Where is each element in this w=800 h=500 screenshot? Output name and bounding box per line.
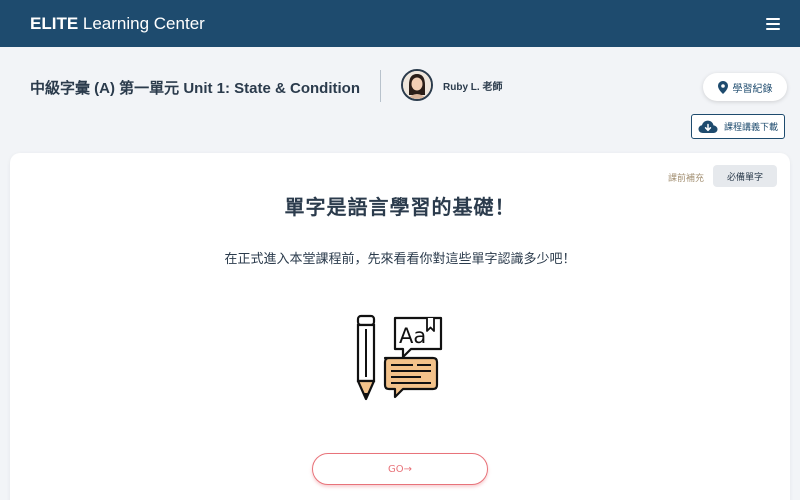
- teacher-info: Ruby L. 老師: [401, 69, 502, 101]
- hamburger-icon[interactable]: [766, 17, 780, 30]
- brand-bold: ELITE: [30, 13, 79, 33]
- vocabulary-pencil-icon: Aa: [356, 314, 443, 401]
- top-navbar: ELITE Learning Center: [0, 0, 800, 47]
- course-title: 中級字彙 (A) 第一單元 Unit 1: State & Condition: [30, 80, 360, 97]
- learning-records-label: 學習紀錄: [732, 83, 773, 95]
- svg-text:Aa: Aa: [399, 324, 426, 348]
- title-divider: [380, 70, 381, 102]
- location-pin-icon: [717, 80, 728, 94]
- cloud-download-icon: [698, 120, 718, 133]
- teacher-avatar: [401, 69, 433, 101]
- brand-logo[interactable]: ELITE Learning Center: [30, 14, 205, 34]
- learning-records-button[interactable]: 學習紀錄: [703, 73, 787, 101]
- handout-download-button[interactable]: 課程講義下載: [691, 114, 785, 139]
- vocabulary-intro-card: 課前補充 必備單字 單字是語言學習的基礎！ 在正式進入本堂課程前，先來看看你對這…: [10, 153, 790, 500]
- go-button[interactable]: GO→: [312, 453, 488, 485]
- essential-vocabulary-tab[interactable]: 必備單字: [713, 165, 777, 187]
- handout-download-label: 課程講義下載: [723, 123, 778, 133]
- teacher-name: Ruby L. 老師: [443, 81, 503, 93]
- brand-rest: Learning Center: [78, 13, 205, 33]
- pre-class-label: 課前補充: [668, 174, 705, 184]
- card-subtext: 在正式進入本堂課程前，先來看看你對這些單字認識多少吧！: [224, 252, 576, 267]
- card-headline: 單字是語言學習的基礎！: [284, 195, 516, 219]
